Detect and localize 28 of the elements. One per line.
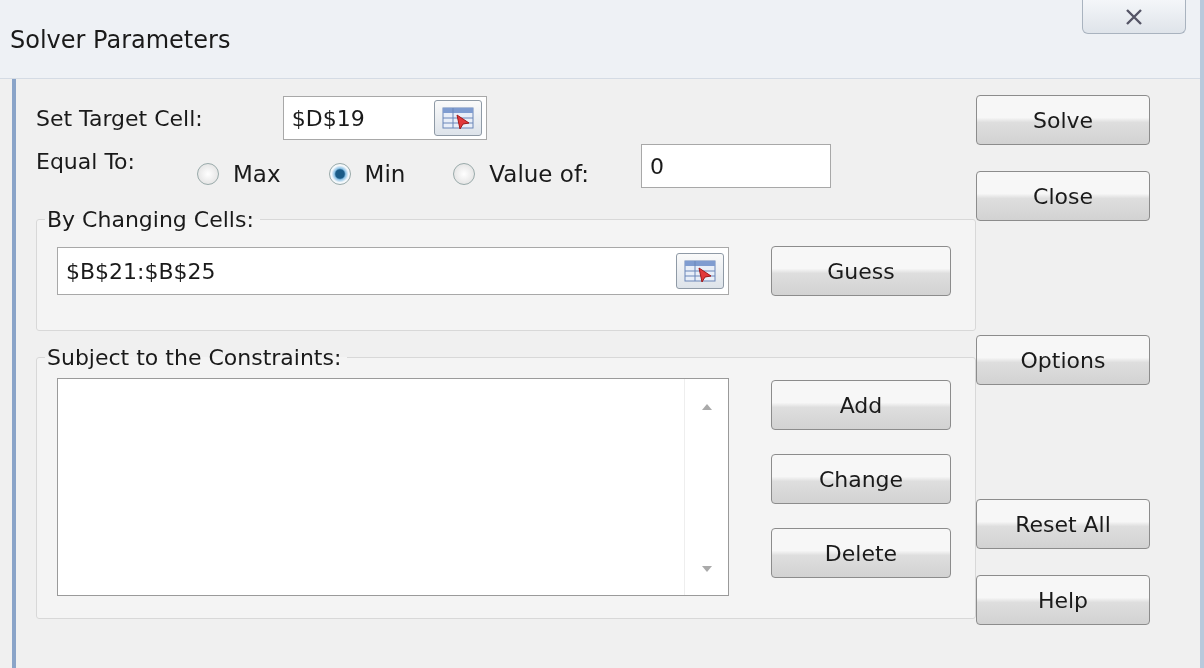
value-field[interactable]: 0 <box>640 144 831 188</box>
guess-button[interactable]: Guess <box>771 246 951 296</box>
close-button[interactable] <box>1082 0 1186 34</box>
target-cell-label: Set Target Cell: <box>36 105 203 131</box>
radio-option[interactable]: Max <box>196 161 281 187</box>
target-cell-field[interactable]: $D$19 <box>282 96 487 140</box>
constraint-button[interactable]: Change <box>771 454 951 504</box>
range-select-button[interactable] <box>676 253 724 289</box>
radio-option[interactable]: Min <box>328 161 406 187</box>
dialog-button[interactable]: Close <box>976 171 1150 221</box>
group-label: Subject to the Constraints: <box>46 345 343 370</box>
group-label: By Changing Cells: <box>46 207 255 232</box>
close-icon <box>1123 7 1145 26</box>
radio-option[interactable]: Value of: <box>453 161 589 187</box>
constraint-button[interactable]: Add <box>771 380 951 430</box>
scroll-down-icon <box>700 565 713 573</box>
dialog-button[interactable]: Solve <box>976 95 1150 145</box>
range-select-icon <box>440 105 475 131</box>
dialog-button[interactable]: Reset All <box>976 499 1150 549</box>
window-title: Solver Parameters <box>10 26 231 54</box>
equal-to-label: Equal To: <box>36 149 135 174</box>
constraint-button[interactable]: Delete <box>771 528 951 578</box>
changing-cells-field[interactable]: $B$21:$B$25 <box>57 247 729 295</box>
dialog-button[interactable]: Help <box>976 575 1150 625</box>
range-select-button[interactable] <box>433 100 482 136</box>
scroll-up-icon <box>700 403 713 411</box>
range-select-icon <box>683 258 717 284</box>
dialog-button[interactable]: Options <box>976 335 1150 385</box>
